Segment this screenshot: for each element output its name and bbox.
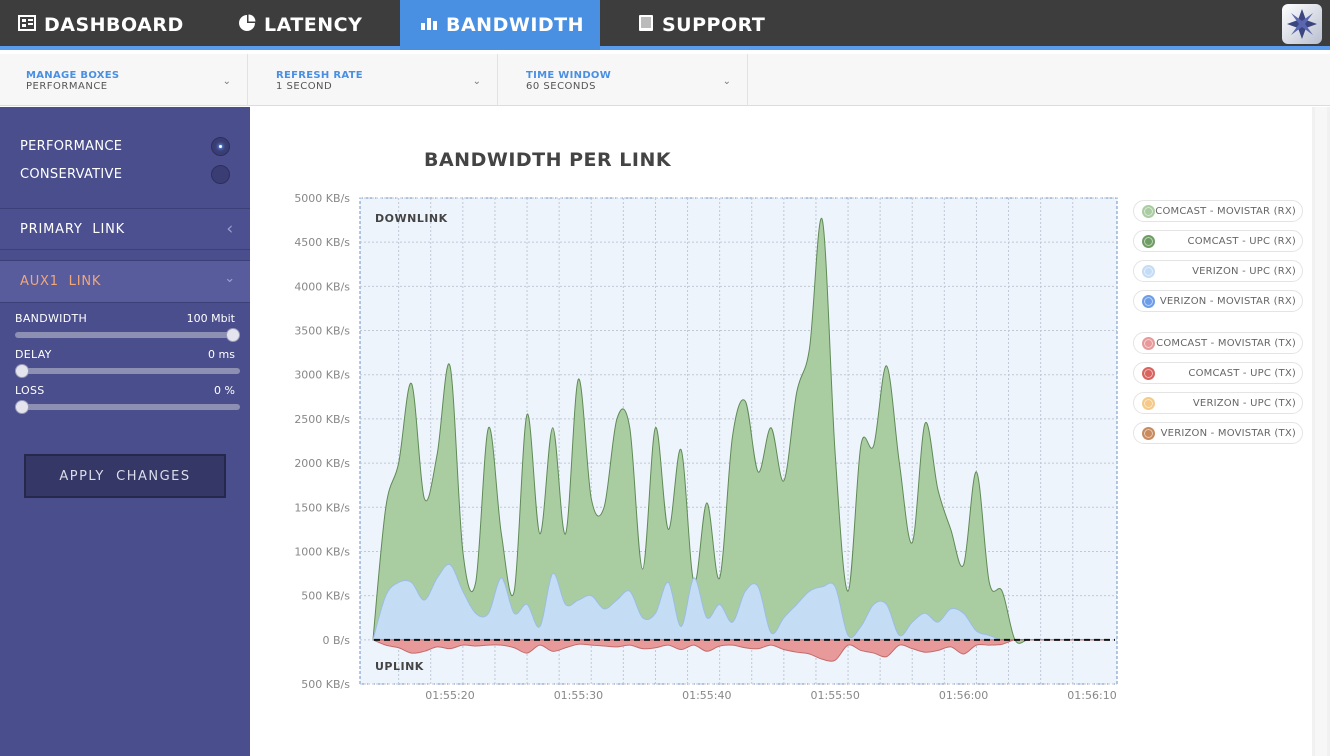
delay-slider[interactable] — [15, 368, 240, 374]
apply-changes-button[interactable]: APPLY CHANGES — [24, 454, 226, 498]
uplink-label: UPLINK — [375, 660, 424, 673]
chevron-down-icon: ⌄ — [224, 271, 236, 286]
legend-item[interactable]: COMCAST - UPC (TX) — [1133, 362, 1303, 384]
legend-item[interactable]: VERIZON - UPC (TX) — [1133, 392, 1303, 414]
legend-swatch — [1142, 397, 1155, 410]
delay-slider-handle[interactable] — [15, 364, 29, 378]
dashboard-icon — [18, 14, 36, 36]
legend-swatch — [1142, 265, 1155, 278]
manage-boxes-value: PERFORMANCE — [26, 81, 108, 92]
apply-changes-label: APPLY CHANGES — [59, 468, 191, 484]
delay-label: DELAY — [15, 348, 52, 361]
time-window-dropdown[interactable]: TIME WINDOW 60 SECONDS ⌄ — [500, 54, 748, 106]
manage-boxes-dropdown[interactable]: MANAGE BOXES PERFORMANCE ⌄ — [0, 54, 248, 106]
primary-link-section[interactable]: PRIMARY LINK ‹ — [0, 208, 250, 250]
x-tick-label: 01:55:50 — [810, 689, 859, 702]
refresh-rate-dropdown[interactable]: REFRESH RATE 1 SECOND ⌄ — [250, 54, 498, 106]
y-tick-label: 2500 KB/s — [294, 413, 350, 426]
legend-swatch — [1142, 427, 1155, 440]
y-tick-label: 2000 KB/s — [294, 457, 350, 470]
profile-conservative-label[interactable]: CONSERVATIVE — [20, 167, 122, 182]
refresh-rate-value: 1 SECOND — [276, 81, 333, 92]
legend-item[interactable]: VERIZON - UPC (RX) — [1133, 260, 1303, 282]
tab-dashboard-label: DASHBOARD — [44, 14, 184, 36]
bandwidth-value: 100 Mbit — [186, 312, 235, 325]
bar-chart-icon — [420, 14, 438, 36]
sidebar: PERFORMANCE CONSERVATIVE PRIMARY LINK ‹ … — [0, 107, 250, 756]
chevron-down-icon: ⌄ — [722, 76, 731, 87]
y-tick-label: 3000 KB/s — [294, 369, 350, 382]
tab-bandwidth-label: BANDWIDTH — [446, 14, 585, 36]
profile-performance-label[interactable]: PERFORMANCE — [20, 139, 122, 154]
y-tick-label: 500 KB/s — [301, 678, 350, 691]
y-tick-label: 4000 KB/s — [294, 280, 350, 293]
profile-conservative-radio[interactable] — [211, 165, 230, 184]
time-window-value: 60 SECONDS — [526, 81, 596, 92]
legend-item[interactable]: VERIZON - MOVISTAR (TX) — [1133, 422, 1303, 444]
legend-item[interactable]: COMCAST - UPC (RX) — [1133, 230, 1303, 252]
tab-dashboard[interactable]: DASHBOARD — [0, 0, 200, 50]
legend-label: VERIZON - UPC (RX) — [1192, 266, 1296, 277]
profile-performance-radio[interactable] — [211, 137, 230, 156]
delay-value: 0 ms — [208, 348, 235, 361]
loss-label: LOSS — [15, 384, 45, 397]
legend-item[interactable]: COMCAST - MOVISTAR (TX) — [1133, 332, 1303, 354]
loss-slider[interactable] — [15, 404, 240, 410]
chevron-down-icon: ⌄ — [472, 76, 481, 87]
bandwidth-slider[interactable] — [15, 332, 240, 338]
legend-swatch — [1142, 337, 1155, 350]
pie-chart-icon — [238, 14, 256, 37]
primary-link-label: PRIMARY LINK — [20, 221, 125, 237]
legend-swatch — [1142, 205, 1155, 218]
y-tick-label: 500 KB/s — [301, 590, 350, 603]
y-tick-label: 0 B/s — [323, 634, 351, 647]
x-tick-label: 01:55:40 — [682, 689, 731, 702]
toolbar: MANAGE BOXES PERFORMANCE ⌄ REFRESH RATE … — [0, 54, 1330, 106]
bandwidth-chart: 5000 KB/s 4500 KB/s 4000 KB/s 3500 KB/s 3000… — [294, 192, 1118, 702]
y-tick-label: 5000 KB/s — [294, 192, 350, 205]
y-tick-label: 4500 KB/s — [294, 236, 350, 249]
tab-support-label: SUPPORT — [662, 14, 766, 36]
legend-label: COMCAST - UPC (RX) — [1187, 236, 1296, 247]
legend-item[interactable]: COMCAST - MOVISTAR (RX) — [1133, 200, 1303, 222]
legend-label: COMCAST - UPC (TX) — [1188, 368, 1296, 379]
chevron-left-icon: ‹ — [226, 219, 234, 239]
x-tick-label: 01:55:30 — [554, 689, 603, 702]
loss-value: 0 % — [214, 384, 235, 397]
legend-label: VERIZON - MOVISTAR (RX) — [1159, 296, 1296, 307]
legend-label: VERIZON - UPC (TX) — [1192, 398, 1296, 409]
manage-boxes-label: MANAGE BOXES — [26, 70, 120, 81]
legend-label: VERIZON - MOVISTAR (TX) — [1160, 428, 1296, 439]
x-tick-label: 01:55:20 — [425, 689, 474, 702]
tab-bandwidth[interactable]: BANDWIDTH — [400, 0, 600, 50]
legend-swatch — [1142, 295, 1155, 308]
tab-latency-label: LATENCY — [264, 14, 363, 36]
tab-support[interactable]: SUPPORT — [600, 0, 800, 50]
aux1-link-label: AUX1 LINK — [20, 274, 102, 289]
legend-swatch — [1142, 367, 1155, 380]
chevron-down-icon: ⌄ — [222, 76, 231, 87]
top-nav: DASHBOARD LATENCY BANDWIDTH SUPPORT — [0, 0, 1330, 50]
legend-item[interactable]: VERIZON - MOVISTAR (RX) — [1133, 290, 1303, 312]
y-tick-label: 3500 KB/s — [294, 325, 350, 338]
x-tick-label: 01:56:10 — [1067, 689, 1116, 702]
legend-label: COMCAST - MOVISTAR (RX) — [1155, 206, 1296, 217]
aux1-link-section[interactable]: AUX1 LINK ⌄ — [0, 260, 250, 303]
y-tick-label: 1500 KB/s — [294, 501, 350, 514]
time-window-label: TIME WINDOW — [526, 70, 612, 81]
legend-label: COMCAST - MOVISTAR (TX) — [1156, 338, 1296, 349]
tab-latency[interactable]: LATENCY — [200, 0, 400, 50]
y-tick-label: 1000 KB/s — [294, 545, 350, 558]
refresh-rate-label: REFRESH RATE — [276, 70, 363, 81]
scrollbar[interactable] — [1312, 107, 1330, 756]
x-tick-label: 01:56:00 — [939, 689, 988, 702]
downlink-label: DOWNLINK — [375, 212, 448, 225]
star-logo-icon[interactable] — [1282, 4, 1322, 44]
bandwidth-slider-handle[interactable] — [226, 328, 240, 342]
legend-swatch — [1142, 235, 1155, 248]
chart-title: BANDWIDTH PER LINK — [424, 149, 672, 171]
loss-slider-handle[interactable] — [15, 400, 29, 414]
bandwidth-label: BANDWIDTH — [15, 312, 88, 325]
book-icon — [638, 14, 654, 37]
